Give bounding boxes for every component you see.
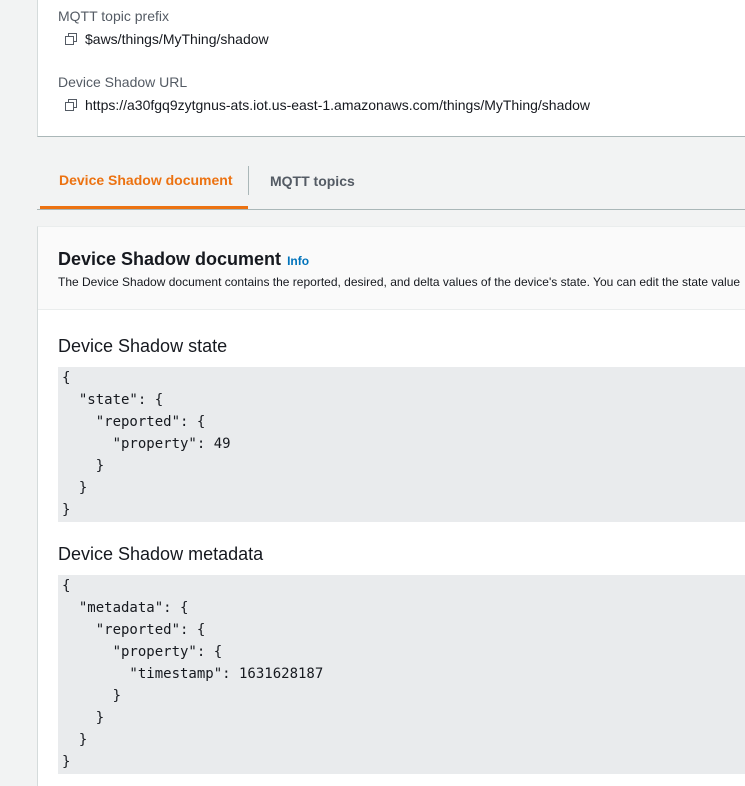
shadow-document-container: Device Shadow document Info The Device Sh… [37,226,745,786]
shadow-url-value: https://a30fgq9zytgnus-ats.iot.us-east-1… [85,97,591,113]
shadow-url-label: Device Shadow URL [58,74,188,90]
topic-prefix-label: MQTT topic prefix [58,8,169,24]
shadow-url-value-row: https://a30fgq9zytgnus-ats.iot.us-east-1… [58,96,590,114]
shadow-url-field: Device Shadow URL https://a30fgq9zytgnus… [58,73,590,114]
metadata-heading: Device Shadow metadata [58,544,264,564]
tab-bar: Device Shadow document MQTT topics [37,153,745,210]
copy-icon[interactable] [64,98,78,112]
topic-prefix-value-row: $aws/things/MyThing/shadow [58,30,269,48]
document-description: The Device Shadow document contains the … [58,275,741,289]
metadata-json-block: { "metadata": { "reported": { "property"… [58,575,745,774]
page: MQTT topic prefix $aws/things/MyThing/sh… [0,0,745,786]
tab-device-shadow-document[interactable]: Device Shadow document [40,153,248,209]
topic-prefix-field: MQTT topic prefix $aws/things/MyThing/sh… [58,7,269,48]
tab-divider [248,166,249,195]
page-title: Device Shadow document Info [58,249,309,270]
shadow-document-header: Device Shadow document Info The Device Sh… [38,227,745,310]
state-json-block: { "state": { "reported": { "property": 4… [58,367,745,522]
tab-mqtt-topics[interactable]: MQTT topics [270,153,355,209]
state-heading: Device Shadow state [58,336,228,356]
topic-prefix-value: $aws/things/MyThing/shadow [85,31,269,47]
info-link[interactable]: Info [287,254,309,268]
copy-icon[interactable] [64,32,78,46]
shadow-details-panel: MQTT topic prefix $aws/things/MyThing/sh… [37,0,745,137]
document-title: Device Shadow document [58,249,282,269]
